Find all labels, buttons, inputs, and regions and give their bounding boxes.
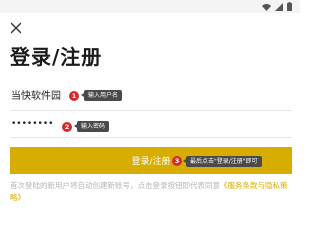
wifi-icon: [262, 3, 271, 11]
terms-hint-text: 首次登陆的新用户将自动创建新账号，点击登录按钮即代表同意: [10, 181, 220, 190]
terms-hint: 首次登陆的新用户将自动创建新账号，点击登录按钮即代表同意《服务条款与隐私策略》: [10, 180, 295, 204]
page-title: 登录/注册: [10, 45, 103, 69]
battery-icon: [287, 2, 292, 11]
username-underline: [10, 110, 292, 111]
password-underline: [10, 137, 292, 138]
status-bar: [0, 0, 300, 13]
annotation-badge-2: 2: [62, 122, 72, 132]
annotation-tooltip-2: 输入密码: [73, 121, 110, 132]
annotation-badge-1: 1: [69, 91, 79, 101]
username-input[interactable]: 当快软件园: [11, 91, 61, 103]
annotation-badge-3: 3: [172, 156, 182, 166]
close-icon[interactable]: [10, 22, 22, 34]
signal-icon: [275, 2, 283, 11]
password-input[interactable]: ••••••••: [11, 118, 53, 130]
status-icons: [262, 2, 292, 11]
annotation-tooltip-1: 输入用户名: [80, 90, 123, 101]
annotation-tooltip-3: 最后点击"登录/注册"即可: [183, 156, 262, 167]
